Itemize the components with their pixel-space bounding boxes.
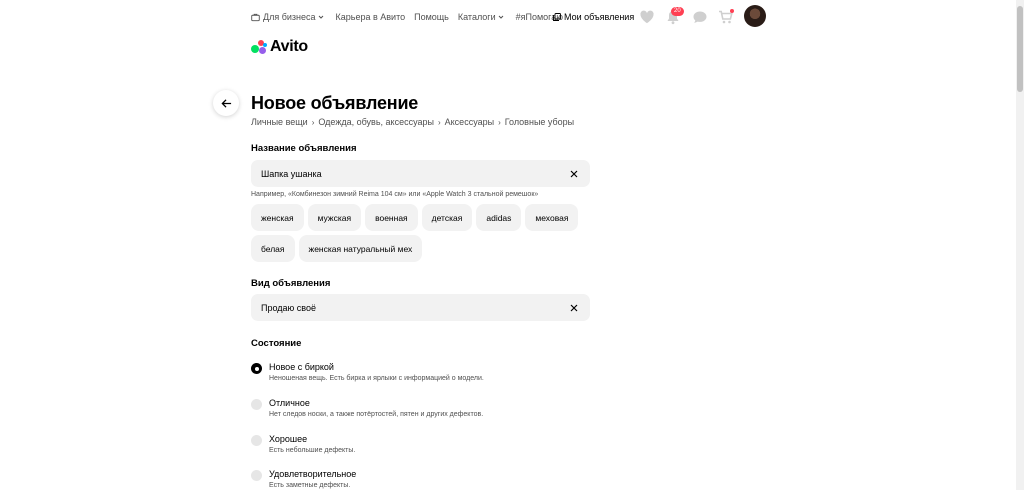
condition-option-desc: Есть заметные дефекты. — [269, 482, 351, 489]
condition-option-title: Новое с биркой — [269, 362, 334, 372]
breadcrumb: Личные вещи › Одежда, обувь, аксессуары … — [251, 117, 574, 127]
ad-name-label: Название объявления — [251, 143, 357, 154]
logo-text: Avito — [270, 38, 308, 55]
suggestion-chip[interactable]: военная — [365, 204, 418, 231]
suggestion-chip[interactable]: женская — [251, 204, 304, 231]
cart-dot — [730, 9, 734, 13]
ad-name-field — [251, 160, 590, 187]
suggestion-chip[interactable]: белая — [251, 235, 295, 262]
nav-career[interactable]: Карьера в Авито — [336, 12, 406, 22]
ad-type-input[interactable] — [261, 302, 568, 313]
chat-icon[interactable] — [692, 9, 708, 25]
suggestion-chip[interactable]: женская натуральный мех — [298, 235, 423, 262]
ad-name-hint: Например, «Комбинезон зимний Reima 104 с… — [251, 191, 539, 198]
nav-help[interactable]: Помощь — [414, 12, 449, 22]
condition-option-desc: Нет следов носки, а также потёртостей, п… — [269, 411, 484, 418]
nav-catalogs[interactable]: Каталоги — [458, 12, 507, 22]
condition-option-title: Хорошее — [269, 434, 308, 444]
condition-option-title: Удовлетворительное — [269, 469, 357, 479]
condition-option-satisfactory[interactable]: Удовлетворительное Есть заметные дефекты… — [251, 469, 356, 489]
clear-button[interactable] — [568, 302, 580, 314]
chevron-down-icon — [498, 15, 503, 19]
top-nav: Для бизнеса Карьера в Авито Помощь Катал… — [251, 10, 572, 24]
suggestion-chip[interactable]: adidas — [476, 204, 522, 231]
suggestion-chips: женская мужская военная детская adidas м… — [251, 204, 591, 262]
close-icon — [570, 170, 578, 177]
page-scrollbar[interactable] — [1016, 0, 1024, 490]
logo-dots-icon — [251, 40, 268, 54]
condition-option-title: Отличное — [269, 398, 310, 408]
nav-help-label: Помощь — [414, 12, 449, 22]
clear-button[interactable] — [568, 168, 580, 180]
condition-option-desc: Есть небольшие дефекты. — [269, 447, 356, 454]
suggestion-chip[interactable]: меховая — [525, 204, 579, 231]
radio-unselected[interactable] — [251, 399, 262, 410]
suggestion-chip[interactable]: детская — [421, 204, 473, 231]
radio-unselected[interactable] — [251, 470, 262, 481]
nav-business-label: Для бизнеса — [263, 12, 316, 22]
breadcrumb-item[interactable]: Личные вещи — [251, 117, 308, 127]
ad-name-input[interactable] — [261, 168, 568, 179]
condition-option-new[interactable]: Новое с биркой Неношеная вещь. Есть бирк… — [251, 362, 484, 382]
my-ads-link[interactable]: Мои объявления — [553, 10, 634, 24]
heart-icon[interactable] — [639, 9, 655, 25]
nav-career-label: Карьера в Авито — [335, 12, 406, 22]
close-icon — [570, 304, 578, 311]
breadcrumb-item[interactable]: Головные уборы — [505, 117, 574, 127]
copy-icon — [553, 13, 561, 21]
suggestion-chip[interactable]: мужская — [307, 204, 362, 231]
condition-option-good[interactable]: Хорошее Есть небольшие дефекты. — [251, 434, 355, 454]
breadcrumb-item[interactable]: Одежда, обувь, аксессуары — [318, 117, 434, 127]
back-button[interactable] — [213, 90, 239, 116]
ad-type-field — [251, 294, 590, 321]
radio-selected[interactable] — [251, 363, 262, 374]
my-ads-label: Мои объявления — [564, 12, 635, 22]
condition-option-desc: Неношеная вещь. Есть бирка и ярлыки с ин… — [269, 375, 484, 382]
avatar[interactable] — [744, 5, 766, 27]
condition-option-excellent[interactable]: Отличное Нет следов носки, а также потёр… — [251, 398, 483, 418]
chevron-down-icon — [318, 15, 323, 19]
avito-logo[interactable]: Avito — [251, 38, 308, 56]
notification-badge: 20 — [671, 7, 684, 16]
page-title: Новое объявление — [251, 93, 419, 113]
scrollbar-thumb[interactable] — [1017, 6, 1023, 92]
nav-business[interactable]: Для бизнеса — [251, 12, 327, 22]
radio-unselected[interactable] — [251, 435, 262, 446]
breadcrumb-item[interactable]: Аксессуары — [445, 117, 494, 127]
ad-type-label: Вид объявления — [251, 278, 331, 289]
condition-label: Состояние — [251, 338, 302, 349]
chevron-right-icon: › — [498, 117, 501, 127]
arrow-left-icon — [220, 98, 231, 108]
chevron-right-icon: › — [437, 117, 441, 127]
chevron-right-icon: › — [311, 117, 315, 127]
briefcase-icon — [251, 13, 260, 21]
nav-catalogs-label: Каталоги — [457, 12, 496, 22]
